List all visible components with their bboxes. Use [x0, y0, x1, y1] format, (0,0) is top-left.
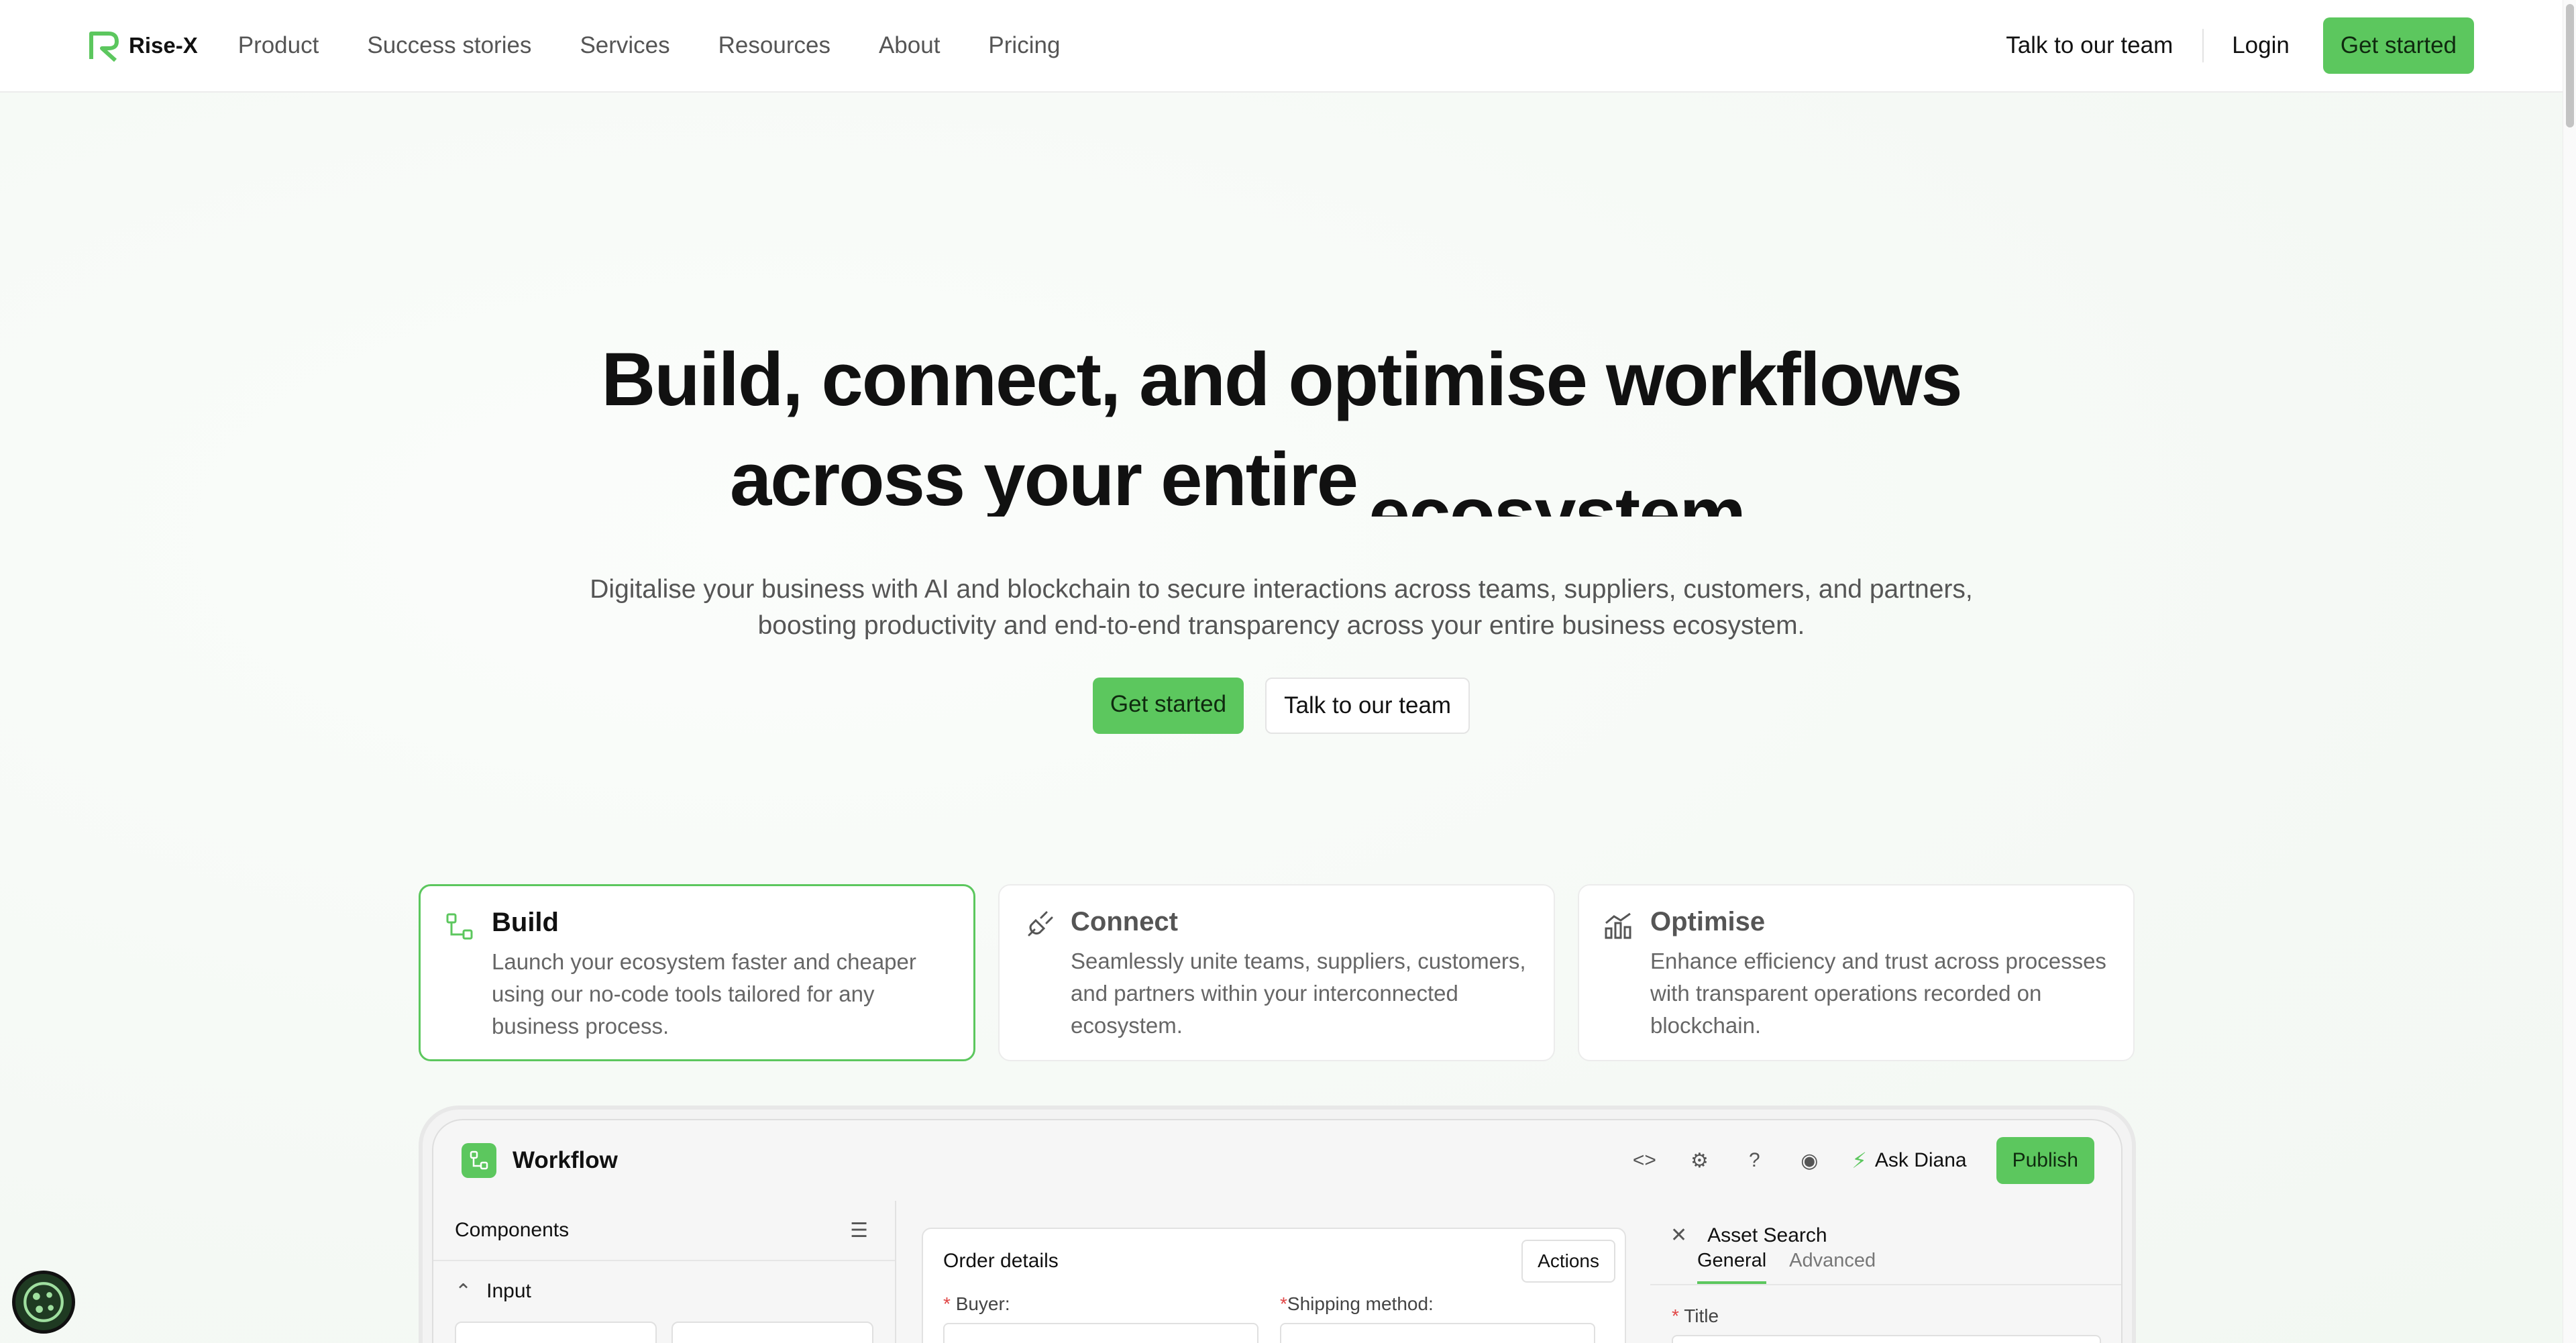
- feature-title: Optimise: [1650, 907, 1766, 936]
- top-nav: Rise-X Product Success stories Services …: [0, 0, 2563, 93]
- rise-x-logo-icon: [89, 32, 119, 62]
- scrollbar-thumb[interactable]: [2566, 4, 2574, 127]
- workflow-title: Workflow: [513, 1147, 618, 1173]
- asset-search-panel: ✕ Asset Search General Advanced * Title: [1650, 1201, 2121, 1343]
- hero-title-line1: Build, connect, and optimise workflows: [601, 337, 1962, 421]
- buyer-label: * Buyer:: [943, 1293, 1010, 1314]
- hero-subtitle-line2: boosting productivity and end-to-end tra…: [757, 611, 1805, 640]
- nav-link-product[interactable]: Product: [238, 32, 319, 59]
- page: Rise-X Product Success stories Services …: [0, 0, 2563, 1343]
- help-icon[interactable]: ?: [1741, 1148, 1767, 1173]
- title-field-label: * Title: [1672, 1305, 1719, 1326]
- shipping-field: *Shipping method:: [1280, 1293, 1595, 1343]
- nav-links: Product Success stories Services Resourc…: [238, 32, 1061, 59]
- feature-title: Connect: [1071, 907, 1178, 936]
- tab-advanced[interactable]: Advanced: [1789, 1250, 1876, 1284]
- component-chip[interactable]: [455, 1322, 657, 1343]
- page-scrollbar[interactable]: [2563, 0, 2576, 1343]
- nav-link-success-stories[interactable]: Success stories: [367, 32, 531, 59]
- order-details-form: Order details Actions * Buyer: *Shipping…: [922, 1228, 1626, 1343]
- shipping-method-select[interactable]: [1280, 1323, 1595, 1343]
- ask-diana-label: Ask Diana: [1874, 1149, 1967, 1171]
- feature-title: Build: [492, 908, 559, 937]
- buyer-field: * Buyer:: [943, 1293, 1258, 1343]
- logo-text: Rise-X: [129, 33, 198, 58]
- login-link[interactable]: Login: [2232, 32, 2290, 59]
- logo[interactable]: Rise-X: [89, 30, 198, 62]
- components-panel: Components ☰ ⌃ Input: [433, 1201, 896, 1343]
- feature-card-optimise[interactable]: Optimise Enhance efficiency and trust ac…: [1578, 884, 2135, 1061]
- feature-text: Enhance efficiency and trust across proc…: [1650, 949, 2106, 1038]
- feature-text: Launch your ecosystem faster and cheaper…: [492, 949, 916, 1038]
- talk-to-team-link[interactable]: Talk to our team: [2006, 32, 2200, 59]
- asset-search-header: ✕ Asset Search: [1650, 1201, 2121, 1247]
- components-header: Components ☰: [433, 1201, 895, 1261]
- feature-card-connect[interactable]: Connect Seamlessly unite teams, supplier…: [998, 884, 1555, 1061]
- collapse-panel-icon[interactable]: ☰: [850, 1219, 868, 1242]
- title-input[interactable]: [1672, 1335, 2101, 1343]
- cookie-settings-button[interactable]: [12, 1271, 75, 1334]
- input-group-label: Input: [486, 1280, 531, 1302]
- lightning-icon: ⚡: [1851, 1148, 1867, 1173]
- workflow-app-icon: [462, 1143, 496, 1178]
- hero-subtitle-line1: Digitalise your business with AI and blo…: [590, 575, 1973, 604]
- tab-general[interactable]: General: [1697, 1250, 1767, 1284]
- feature-cards: Build Launch your ecosystem faster and c…: [419, 884, 2135, 1061]
- close-icon[interactable]: ✕: [1670, 1224, 1687, 1247]
- eye-icon[interactable]: ◉: [1796, 1148, 1822, 1173]
- workflow-preview-frame: Workflow <> ⚙ ? ◉ ⚡ Ask Diana Publish Co…: [419, 1106, 2136, 1343]
- hero-talk-to-team-button[interactable]: Talk to our team: [1265, 678, 1470, 734]
- nav-actions: Talk to our team Login Get started: [2006, 17, 2474, 74]
- gear-icon[interactable]: ⚙: [1686, 1148, 1712, 1173]
- shipping-label: *Shipping method:: [1280, 1293, 1434, 1314]
- code-icon[interactable]: <>: [1631, 1148, 1657, 1173]
- input-group-toggle[interactable]: ⌃ Input: [433, 1261, 895, 1322]
- component-chips: [433, 1322, 895, 1343]
- workflow-toolbar: Workflow <> ⚙ ? ◉ ⚡ Ask Diana Publish: [433, 1120, 2121, 1201]
- hero-ctas: Get started Talk to our team: [0, 678, 2563, 734]
- workflow-app: Workflow <> ⚙ ? ◉ ⚡ Ask Diana Publish Co…: [432, 1119, 2123, 1343]
- order-title: Order details: [943, 1250, 1059, 1272]
- plug-icon: [1028, 911, 1053, 936]
- order-fields: * Buyer: *Shipping method:: [923, 1293, 1625, 1343]
- nav-link-about[interactable]: About: [879, 32, 940, 59]
- hero-get-started-button[interactable]: Get started: [1092, 678, 1244, 734]
- hero-title-rotating-word: ecosystem: [1368, 472, 1746, 517]
- component-chip[interactable]: [672, 1322, 873, 1343]
- hero-title-line2: across your entire ecosystem: [0, 429, 2563, 517]
- ask-diana-button[interactable]: ⚡ Ask Diana: [1851, 1148, 1966, 1173]
- publish-button[interactable]: Publish: [1996, 1137, 2094, 1184]
- chart-growth-icon: [1605, 912, 1631, 939]
- buyer-input[interactable]: [943, 1323, 1258, 1343]
- asset-search-title: Asset Search: [1707, 1224, 1827, 1246]
- cookie-icon: [23, 1282, 64, 1322]
- chevron-up-icon: ⌃: [455, 1280, 472, 1303]
- order-header: Order details Actions: [923, 1229, 1625, 1293]
- feature-text: Seamlessly unite teams, suppliers, custo…: [1071, 949, 1526, 1038]
- nav-divider: [2202, 29, 2204, 62]
- nav-get-started-button[interactable]: Get started: [2322, 17, 2474, 74]
- hero-subtitle: Digitalise your business with AI and blo…: [0, 572, 2563, 644]
- feature-card-build[interactable]: Build Launch your ecosystem faster and c…: [419, 884, 975, 1061]
- workflow-tools: <> ⚙ ? ◉ ⚡ Ask Diana Publish: [1631, 1137, 2094, 1184]
- workflow-icon: [446, 913, 473, 940]
- nav-link-pricing[interactable]: Pricing: [988, 32, 1060, 59]
- nav-link-services[interactable]: Services: [580, 32, 669, 59]
- nav-link-resources[interactable]: Resources: [718, 32, 830, 59]
- actions-button[interactable]: Actions: [1521, 1240, 1615, 1283]
- asset-tabs: General Advanced: [1650, 1247, 2121, 1285]
- components-title: Components: [455, 1219, 570, 1241]
- hero-title-line2-static: across your entire: [730, 437, 1358, 517]
